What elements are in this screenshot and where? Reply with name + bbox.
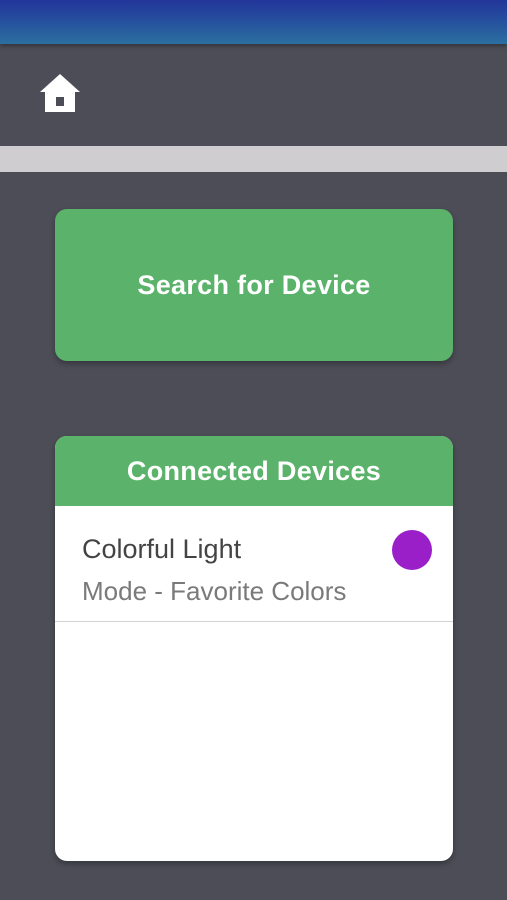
search-for-device-button[interactable]: Search for Device (55, 209, 453, 361)
device-color-indicator (392, 530, 432, 570)
search-button-label: Search for Device (137, 269, 371, 300)
device-list-item[interactable]: Colorful Light Mode - Favorite Colors (55, 506, 453, 622)
header-divider (0, 146, 507, 172)
connected-devices-header: Connected Devices (55, 436, 453, 506)
home-icon (40, 74, 80, 112)
connected-devices-card: Connected Devices Colorful Light Mode - … (55, 436, 453, 861)
device-mode: Mode - Favorite Colors (82, 576, 347, 606)
connected-devices-title: Connected Devices (126, 455, 382, 486)
status-bar (0, 0, 507, 44)
device-name: Colorful Light (82, 534, 242, 564)
home-button[interactable] (38, 72, 82, 114)
